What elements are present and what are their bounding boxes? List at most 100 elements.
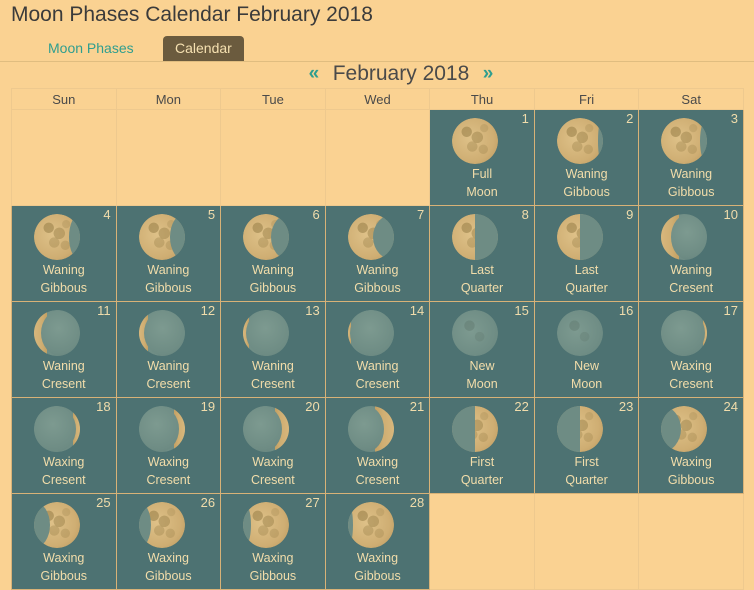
- moon-phase-icon: [556, 214, 603, 260]
- phase-label-line1: New: [469, 359, 495, 373]
- day-cell-content: 1 Full Moon: [430, 110, 534, 205]
- calendar-week-row: 18 Waxing Cresent 19 Waxing Cresent 20 Waxing Cr…: [11, 397, 744, 494]
- calendar-day-cell[interactable]: 22 First Quarter: [429, 397, 535, 494]
- phase-label-line1: Last: [574, 263, 599, 277]
- calendar-day-cell[interactable]: 19 Waxing Cresent: [115, 397, 222, 494]
- moon-image: [639, 213, 754, 261]
- calendar-day-cell[interactable]: 21 Waxing Cresent: [324, 397, 431, 494]
- phase-label: Waxing Gibbous: [639, 453, 743, 489]
- moon-phase-icon: [661, 214, 708, 260]
- phase-label-line2: Cresent: [669, 281, 714, 295]
- calendar-day-cell[interactable]: 5 Waning Gibbous: [115, 205, 222, 302]
- phase-label-line1: Waning: [670, 167, 713, 181]
- day-cell-content: 8 Last Quarter: [430, 206, 534, 301]
- tab-bar: Moon Phases Calendar: [0, 36, 754, 62]
- phase-label: Waning Gibbous: [326, 261, 430, 297]
- moon-phase-icon: [661, 118, 708, 164]
- phase-label: First Quarter: [430, 453, 534, 489]
- phase-label-line2: Gibbous: [354, 569, 401, 583]
- calendar-day-cell[interactable]: 8 Last Quarter: [429, 205, 535, 302]
- calendar-day-cell[interactable]: 18 Waxing Cresent: [11, 397, 117, 494]
- month-navigation: « February 2018 »: [0, 62, 754, 88]
- phase-label-line2: Gibbous: [249, 281, 297, 295]
- phase-label-line2: Gibbous: [354, 281, 401, 295]
- calendar-day-cell[interactable]: 6 Waning Gibbous: [220, 205, 326, 302]
- weekday-header-wed: Wed: [324, 88, 431, 110]
- day-cell-content: 11 Waning Cresent: [12, 302, 116, 397]
- calendar-week-row: 4 Waning Gibbous 5 Waning Gibbous 6 Waning Gibbo…: [11, 205, 744, 302]
- day-cell-content: 15 New Moon: [430, 302, 534, 397]
- phase-label-line1: First: [469, 455, 495, 469]
- moon-phase-icon: [347, 310, 394, 356]
- phase-label-line2: Moon: [466, 377, 498, 391]
- day-cell-content: 16 New Moon: [535, 302, 639, 397]
- calendar-day-cell[interactable]: 13 Waning Cresent: [220, 301, 326, 398]
- phase-label: Waxing Cresent: [639, 357, 743, 393]
- calendar-day-cell[interactable]: 26 Waxing Gibbous: [115, 493, 222, 590]
- calendar-day-cell[interactable]: 23 First Quarter: [533, 397, 640, 494]
- calendar-day-cell[interactable]: 24 Waxing Gibbous: [638, 397, 744, 494]
- moon-phase-icon: [452, 118, 499, 164]
- calendar-day-cell[interactable]: 17 Waxing Cresent: [638, 301, 744, 398]
- prev-month-icon[interactable]: «: [306, 63, 323, 85]
- weekday-header-sun: Sun: [11, 88, 117, 110]
- moon-phase-icon: [34, 406, 80, 452]
- moon-image: [639, 309, 754, 357]
- day-cell-content: 13 Waning Cresent: [221, 302, 325, 397]
- calendar-day-cell[interactable]: 11 Waning Cresent: [11, 301, 117, 398]
- moon-phase-icon: [138, 502, 185, 548]
- calendar-day-cell[interactable]: 28 Waxing Gibbous: [324, 493, 431, 590]
- day-cell-content: 10 Waning Cresent: [639, 206, 743, 301]
- moon-phases-calendar-page: Moon Phases Calendar February 2018 Moon …: [0, 0, 754, 590]
- phase-label-line1: First: [574, 455, 599, 469]
- phase-label-line1: Waxing: [670, 455, 712, 469]
- phase-label: New Moon: [535, 357, 639, 393]
- calendar-day-cell[interactable]: 2 Waning Gibbous: [533, 109, 640, 206]
- calendar-day-cell-empty: [533, 493, 640, 590]
- moon-phase-icon: [347, 502, 394, 548]
- day-cell-content: 14 Waning Cresent: [326, 302, 430, 397]
- phase-label-line1: Waxing: [147, 455, 189, 469]
- moon-phase-icon: [34, 214, 80, 260]
- day-cell-content: 12 Waning Cresent: [117, 302, 221, 397]
- phase-label: Waxing Cresent: [221, 453, 325, 489]
- moon-phase-icon: [452, 310, 499, 356]
- moon-phase-icon: [347, 406, 394, 452]
- weekday-header-tue: Tue: [220, 88, 326, 110]
- phase-label-line1: Waning: [251, 263, 294, 277]
- phase-label: Waning Gibbous: [221, 261, 325, 297]
- phase-label-line2: Gibbous: [40, 569, 88, 583]
- phase-label-line2: Quarter: [565, 281, 608, 295]
- calendar-day-cell[interactable]: 25 Waxing Gibbous: [11, 493, 117, 590]
- calendar-day-cell[interactable]: 16 New Moon: [533, 301, 640, 398]
- tab-calendar[interactable]: Calendar: [163, 36, 244, 61]
- calendar-day-cell[interactable]: 15 New Moon: [429, 301, 535, 398]
- day-cell-content: 26 Waxing Gibbous: [117, 494, 221, 589]
- calendar-week-row: 11 Waning Cresent 12 Waning Cresent 13 Waning Cr…: [11, 301, 744, 398]
- next-month-icon[interactable]: »: [480, 63, 497, 85]
- phase-label-line2: Moon: [570, 377, 603, 391]
- page-title: Moon Phases Calendar February 2018: [11, 3, 373, 26]
- calendar-day-cell[interactable]: 3 Waning Gibbous: [638, 109, 744, 206]
- phase-label: Waning Cresent: [117, 357, 221, 393]
- phase-label-line1: Waxing: [670, 359, 712, 373]
- phase-label-line2: Cresent: [41, 377, 86, 391]
- calendar-day-cell[interactable]: 14 Waning Cresent: [324, 301, 431, 398]
- calendar-day-cell[interactable]: 1 Full Moon: [429, 109, 535, 206]
- calendar-day-cell[interactable]: 10 Waning Cresent: [638, 205, 744, 302]
- calendar-day-cell[interactable]: 20 Waxing Cresent: [220, 397, 326, 494]
- calendar-day-cell[interactable]: 9 Last Quarter: [533, 205, 640, 302]
- calendar-day-cell[interactable]: 27 Waxing Gibbous: [220, 493, 326, 590]
- phase-label-line1: Full: [471, 167, 493, 181]
- calendar-day-cell[interactable]: 4 Waning Gibbous: [11, 205, 117, 302]
- day-cell-content: 7 Waning Gibbous: [326, 206, 430, 301]
- calendar-day-cell[interactable]: 7 Waning Gibbous: [324, 205, 431, 302]
- phase-label-line1: Waning: [356, 263, 399, 277]
- tab-moon-phases[interactable]: Moon Phases: [36, 36, 146, 61]
- phase-label: Waning Cresent: [326, 357, 430, 393]
- moon-image: [639, 117, 754, 165]
- calendar-day-cell-empty: [220, 109, 326, 206]
- moon-phase-icon: [34, 310, 80, 356]
- calendar-day-cell[interactable]: 12 Waning Cresent: [115, 301, 222, 398]
- weekday-header-row: Sun Mon Tue Wed Thu Fri Sat: [11, 88, 744, 110]
